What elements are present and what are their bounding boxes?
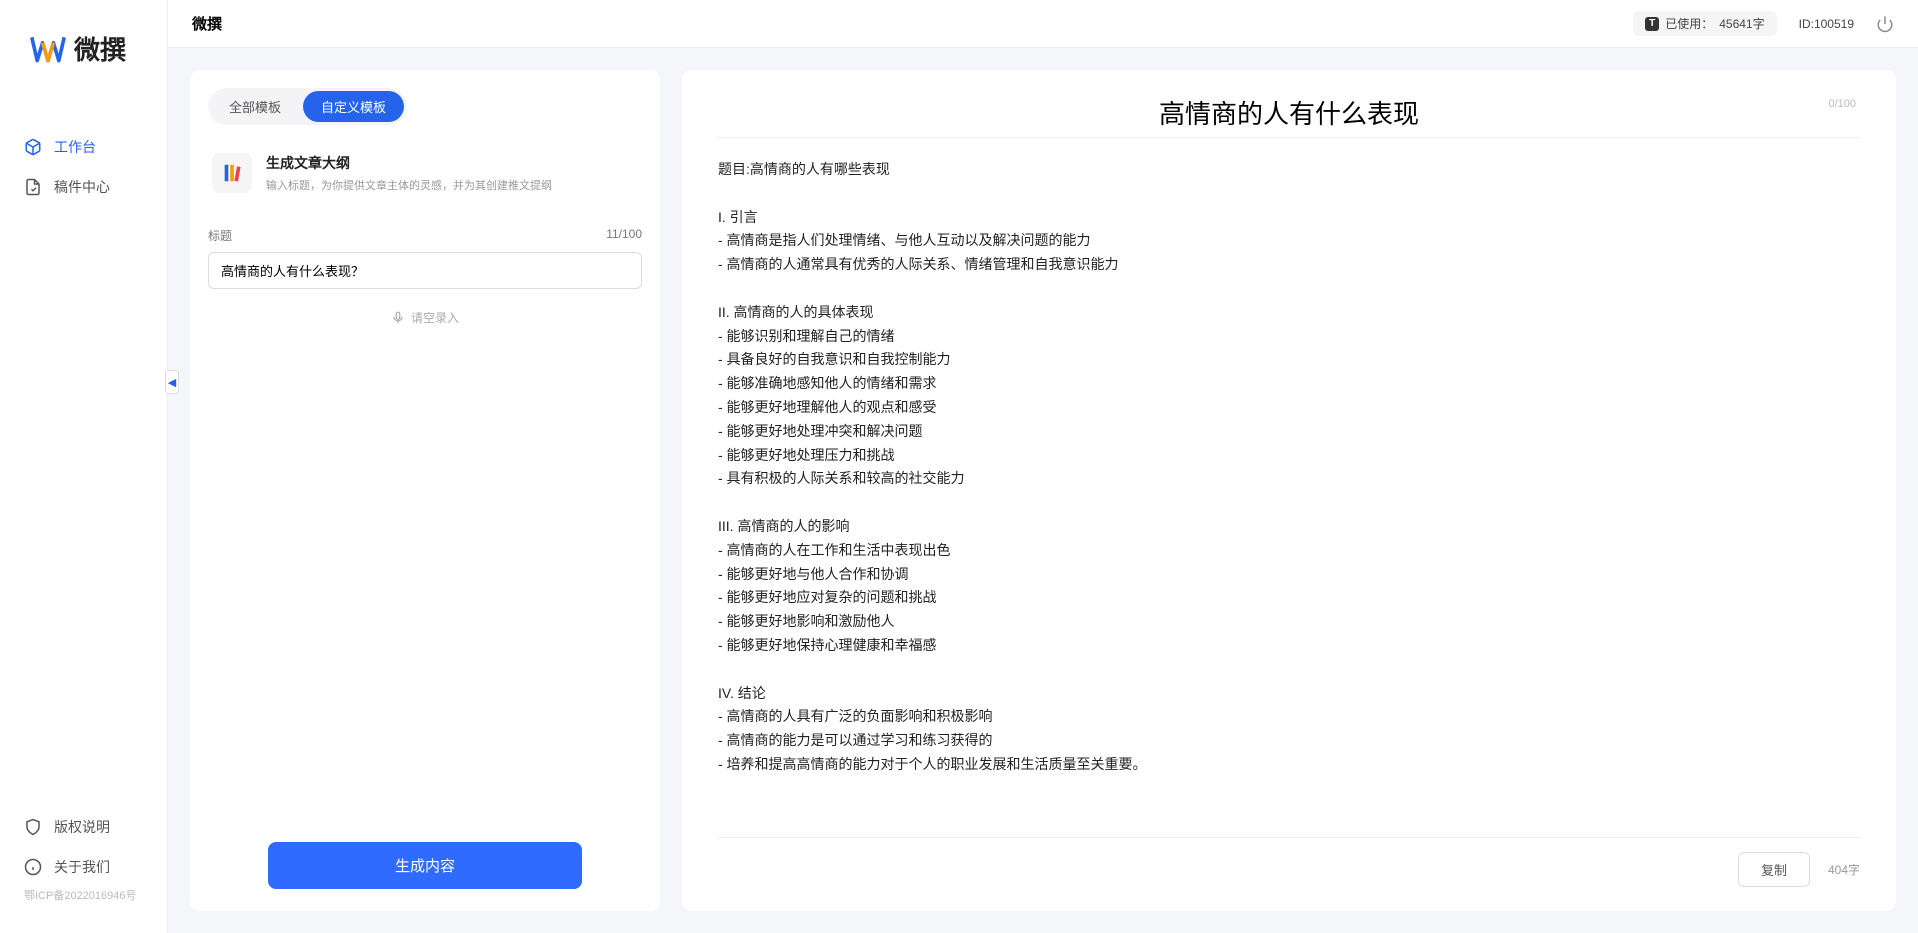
- logo-text: 微撰: [74, 30, 126, 67]
- template-card: 生成文章大纲 输入标题，为你提供文章主体的灵感，并为其创建推文提纲: [208, 145, 642, 201]
- nav-label: 工作台: [54, 137, 96, 157]
- field-label: 标题: [208, 227, 232, 244]
- nav-workbench[interactable]: 工作台: [0, 127, 167, 167]
- field-counter: 11/100: [606, 227, 642, 244]
- nav-articles[interactable]: 稿件中心: [0, 167, 167, 207]
- sidebar-bottom: 版权说明 关于我们 鄂ICP备2022016946号: [0, 807, 167, 933]
- books-icon: [221, 162, 243, 184]
- bottom-label: 关于我们: [54, 857, 110, 877]
- about-link[interactable]: 关于我们: [0, 847, 167, 887]
- tab-all-templates[interactable]: 全部模板: [211, 91, 299, 122]
- main: 微撰 T 已使用： 45641字 ID:100519 全部模板 自定义模板: [168, 0, 1918, 933]
- logo-icon: [30, 35, 66, 63]
- info-icon: [24, 858, 42, 876]
- sidebar: 微撰 工作台 稿件中心 版权说明 关于我们 鄂ICP备2022016946号: [0, 0, 168, 933]
- topbar-right: T 已使用： 45641字 ID:100519: [1633, 11, 1894, 36]
- nav-label: 稿件中心: [54, 177, 110, 197]
- power-icon[interactable]: [1876, 15, 1894, 33]
- usage-label: 已使用：: [1665, 15, 1713, 32]
- output-footer: 复制 404字: [718, 837, 1860, 887]
- usage-badge[interactable]: T 已使用： 45641字: [1633, 11, 1776, 36]
- output-title: 高情商的人有什么表现: [718, 94, 1860, 131]
- topbar: 微撰 T 已使用： 45641字 ID:100519: [168, 0, 1918, 48]
- title-field: 标题 11/100: [208, 227, 642, 289]
- copy-button[interactable]: 复制: [1738, 852, 1810, 887]
- output-top-counter: 0/100: [1828, 98, 1856, 110]
- input-panel: 全部模板 自定义模板 生成文章大纲 输入标题，为你提供文章主体的灵感，并为其创建…: [190, 70, 660, 911]
- output-body[interactable]: 题目:高情商的人有哪些表现 I. 引言 - 高情商是指人们处理情绪、与他人互动以…: [718, 137, 1860, 827]
- t-icon: T: [1645, 17, 1659, 31]
- icp-text: 鄂ICP备2022016946号: [0, 887, 167, 913]
- template-icon: [212, 153, 252, 193]
- output-word-count: 404字: [1828, 861, 1860, 878]
- copyright-link[interactable]: 版权说明: [0, 807, 167, 847]
- template-desc: 输入标题，为你提供文章主体的灵感，并为其创建推文提纲: [266, 177, 552, 193]
- voice-hint-text: 请空录入: [411, 309, 459, 326]
- title-input[interactable]: [208, 252, 642, 289]
- template-title: 生成文章大纲: [266, 153, 552, 173]
- template-tabs: 全部模板 自定义模板: [208, 88, 407, 125]
- tab-custom-templates[interactable]: 自定义模板: [303, 91, 404, 122]
- content: 全部模板 自定义模板 生成文章大纲 输入标题，为你提供文章主体的灵感，并为其创建…: [168, 48, 1918, 933]
- chevron-left-icon: ◀: [168, 376, 176, 389]
- logo: 微撰: [0, 0, 167, 87]
- generate-button[interactable]: 生成内容: [268, 842, 582, 889]
- doc-edit-icon: [24, 178, 42, 196]
- page-title: 微撰: [192, 13, 222, 34]
- user-id: ID:100519: [1799, 17, 1854, 31]
- sidebar-collapse-button[interactable]: ◀: [165, 370, 179, 394]
- output-panel: 高情商的人有什么表现 0/100 题目:高情商的人有哪些表现 I. 引言 - 高…: [682, 70, 1896, 911]
- shield-icon: [24, 818, 42, 836]
- app-root: 微撰 工作台 稿件中心 版权说明 关于我们 鄂ICP备2022016946号: [0, 0, 1918, 933]
- nav: 工作台 稿件中心: [0, 127, 167, 207]
- cube-icon: [24, 138, 42, 156]
- usage-value: 45641字: [1719, 15, 1764, 32]
- mic-icon: [391, 311, 405, 325]
- bottom-label: 版权说明: [54, 817, 110, 837]
- voice-input-button[interactable]: 请空录入: [208, 309, 642, 326]
